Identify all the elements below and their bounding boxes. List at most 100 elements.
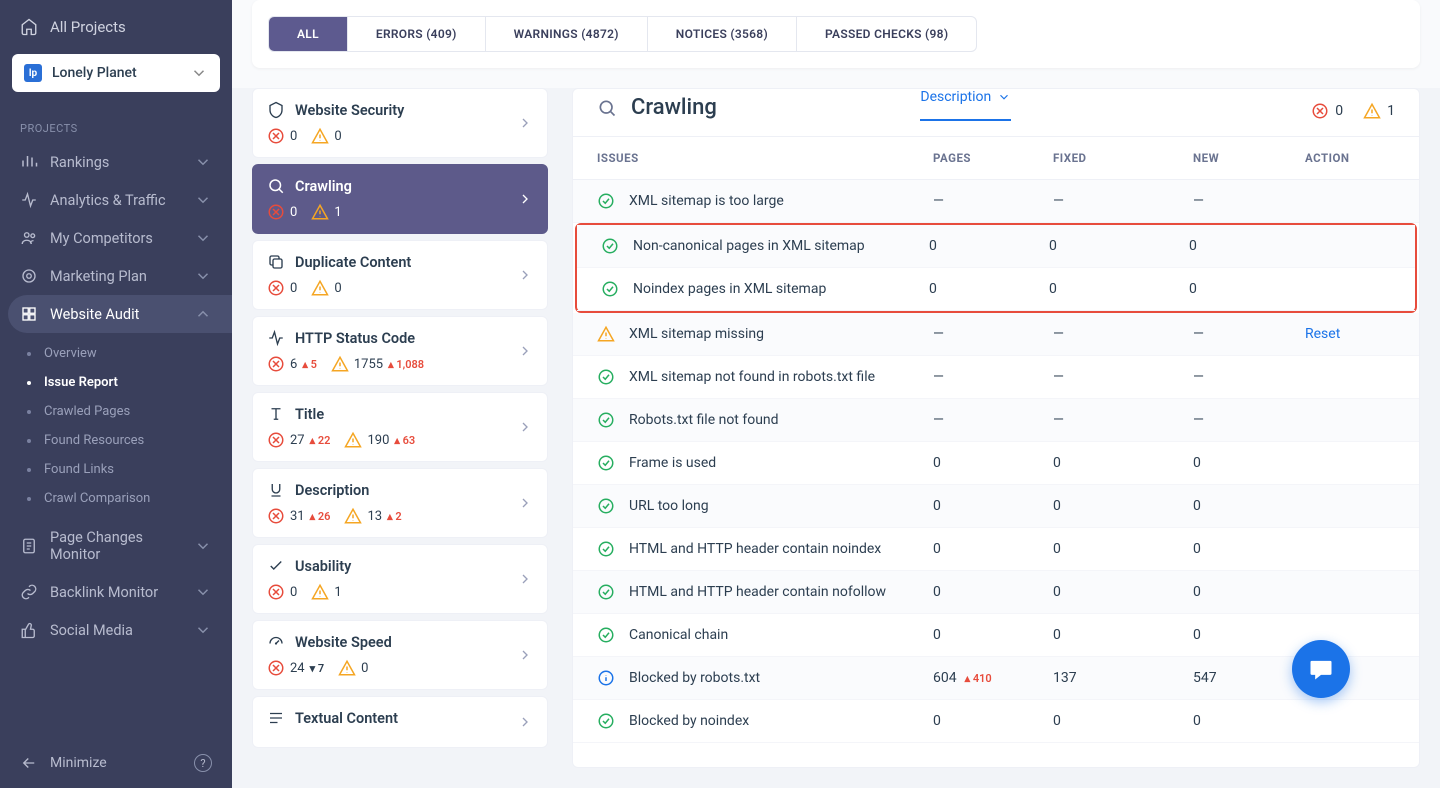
project-selector[interactable]: lp Lonely Planet [12,54,220,92]
fixed-value: 0 [1053,627,1193,643]
table-row[interactable]: Blocked by noindex 0 0 0 [573,700,1419,743]
chevron-right-icon [517,191,533,207]
table-row[interactable]: HTML and HTTP header contain noindex 0 0… [573,528,1419,571]
filter-tab[interactable]: WARNINGS (4872) [486,17,648,51]
detail-title: Crawling [631,95,717,120]
fixed-value: 0 [1053,498,1193,514]
chevron-down-icon [194,305,212,323]
error-count: 0 [290,281,297,296]
sidebar-item-rankings[interactable]: Rankings [0,143,232,181]
error-icon [1311,102,1329,120]
sidebar-item-label: Marketing Plan [50,268,147,285]
warn-icon [597,325,615,343]
usability-icon [267,557,285,575]
fixed-value: — [1053,369,1193,385]
sidebar-item-audit[interactable]: Website Audit [8,295,232,333]
error-count: 0 [290,129,297,144]
sidebar-item-analytics[interactable]: Analytics & Traffic [0,181,232,219]
duplicate-icon [267,253,285,271]
category-card-security[interactable]: Website Security 0 0 [252,88,548,158]
category-card-speed[interactable]: Website Speed 24▾ 7 0 [252,620,548,690]
all-projects-link[interactable]: All Projects [12,12,220,42]
pass-icon [597,540,615,558]
category-card-title[interactable]: Title 27▴ 22 190▴ 63 [252,392,548,462]
table-row[interactable]: Non-canonical pages in XML sitemap 0 0 0 [577,225,1415,268]
sidebar-item-label: My Competitors [50,230,153,247]
table-row[interactable]: HTML and HTTP header contain nofollow 0 … [573,571,1419,614]
category-card-duplicate[interactable]: Duplicate Content 0 0 [252,240,548,310]
error-icon [267,355,285,373]
http-icon [267,329,285,347]
sidebar-item-pagechanges[interactable]: Page Changes Monitor [0,519,232,573]
filter-tab[interactable]: NOTICES (3568) [648,17,797,51]
chevron-down-icon [194,153,212,171]
category-card-http[interactable]: HTTP Status Code 6▴ 5 1755▴ 1,088 [252,316,548,386]
table-row[interactable]: Robots.txt file not found — — — [573,399,1419,442]
highlighted-rows: Non-canonical pages in XML sitemap 0 0 0… [575,223,1417,313]
pages-value: 604 [933,670,957,686]
table-row[interactable]: Canonical chain 0 0 0 [573,614,1419,657]
filter-tab[interactable]: PASSED CHECKS (98) [797,17,976,51]
sidebar-subitem[interactable]: Crawled Pages [0,397,232,426]
fixed-value: — [1053,193,1193,209]
category-title: Usability [295,558,351,575]
sidebar-item-competitors[interactable]: My Competitors [0,219,232,257]
error-delta: ▴ 22 [310,434,331,447]
header-new: NEW [1193,151,1305,165]
sidebar-subitem[interactable]: Overview [0,339,232,368]
category-card-desc[interactable]: Description 31▴ 26 13▴ 2 [252,468,548,538]
minimize-button[interactable]: Minimize ? [0,738,232,788]
warning-count: 0 [361,661,368,676]
table-row[interactable]: URL too long 0 0 0 [573,485,1419,528]
sidebar-subitem[interactable]: Issue Report [0,368,232,397]
error-icon [267,431,285,449]
arrow-left-icon [20,754,38,772]
warning-icon [1363,102,1381,120]
filter-dropdown[interactable]: Description [920,89,1011,121]
sidebar-item-label: Social Media [50,622,133,639]
sidebar-subitem[interactable]: Found Resources [0,426,232,455]
chat-button[interactable] [1292,640,1350,698]
pass-icon [597,497,615,515]
pass-icon [601,237,619,255]
sidebar-subitem[interactable]: Crawl Comparison [0,484,232,513]
warning-delta: ▴ 63 [394,434,415,447]
error-delta: ▴ 5 [302,358,317,371]
new-value: — [1193,369,1305,385]
table-row[interactable]: XML sitemap is too large — — — [573,180,1419,223]
fixed-value: — [1053,326,1193,342]
error-icon [267,659,285,677]
warning-icon [344,431,362,449]
sidebar-item-social[interactable]: Social Media [0,611,232,649]
table-row[interactable]: Noindex pages in XML sitemap 0 0 0 [577,268,1415,311]
chat-icon [1307,655,1335,683]
pass-icon [597,368,615,386]
help-icon[interactable]: ? [194,754,212,772]
warning-icon [331,355,349,373]
category-card-usability[interactable]: Usability 0 1 [252,544,548,614]
new-value: — [1193,412,1305,428]
sidebar-item-backlink[interactable]: Backlink Monitor [0,573,232,611]
issue-name: XML sitemap is too large [629,193,784,209]
action-link[interactable]: Reset [1305,326,1395,342]
filter-tab[interactable]: ALL [269,17,348,51]
chevron-right-icon [517,647,533,663]
pass-icon [597,411,615,429]
fixed-value: 0 [1053,584,1193,600]
table-row[interactable]: XML sitemap missing — — — Reset [573,313,1419,356]
category-card-textual[interactable]: Textual Content [252,696,548,748]
category-card-crawling[interactable]: Crawling 0 1 [252,164,548,234]
new-value: 0 [1193,455,1305,471]
table-row[interactable]: Frame is used 0 0 0 [573,442,1419,485]
speed-icon [267,633,285,651]
category-title: Website Speed [295,634,392,651]
sidebar-item-marketing[interactable]: Marketing Plan [0,257,232,295]
sidebar-subitem[interactable]: Found Links [0,455,232,484]
table-row[interactable]: XML sitemap not found in robots.txt file… [573,356,1419,399]
sidebar-item-label: Page Changes Monitor [50,529,182,563]
error-count: 31 [290,509,305,524]
issue-name: HTML and HTTP header contain nofollow [629,584,886,600]
issue-name: Canonical chain [629,627,728,643]
filter-tab[interactable]: ERRORS (409) [348,17,486,51]
detail-summary: 0 1 [1311,102,1395,120]
